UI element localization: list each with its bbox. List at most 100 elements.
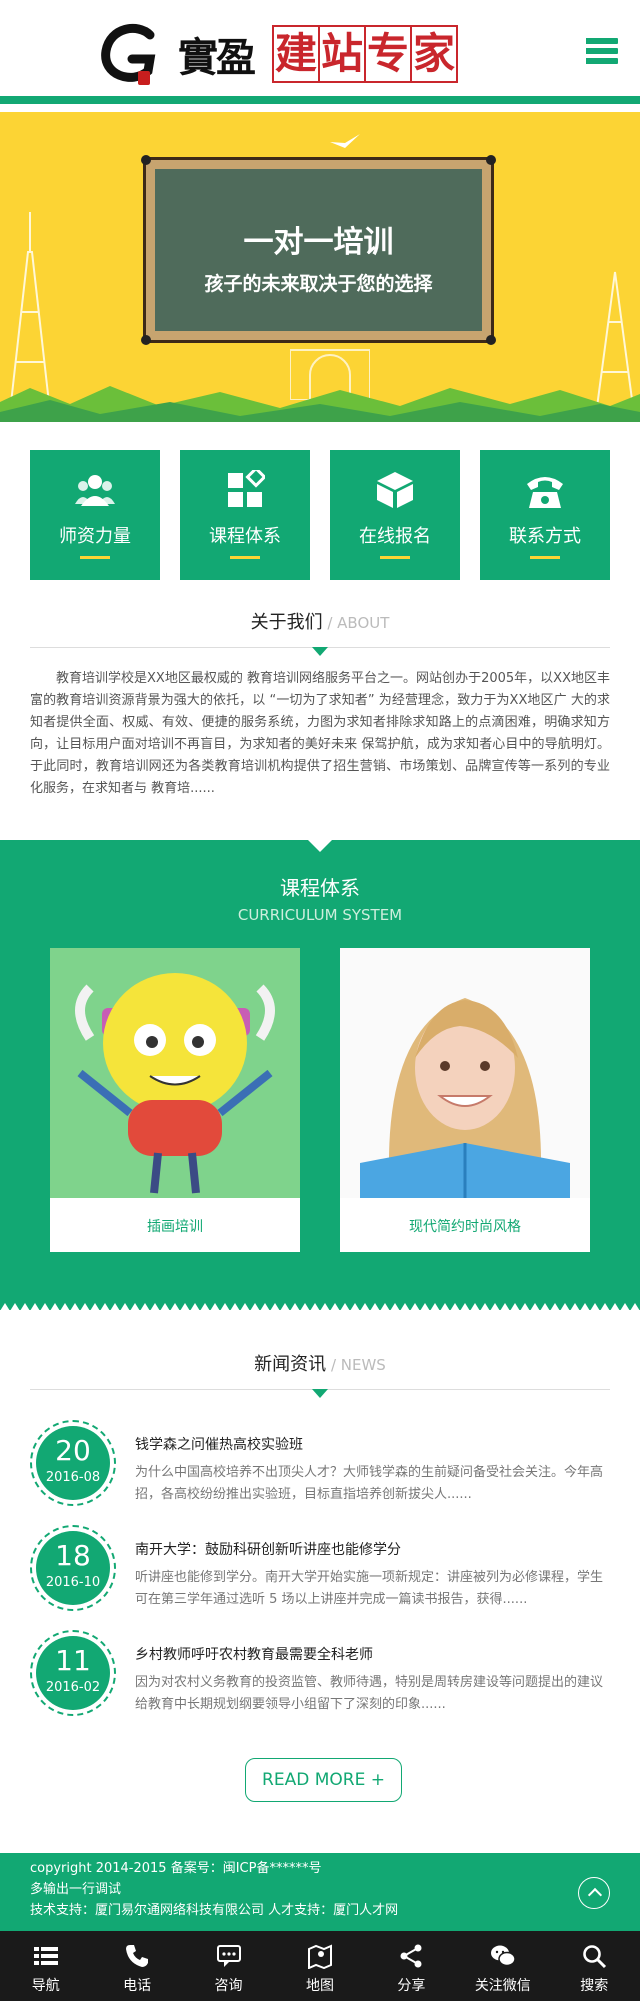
tab-label: 分享 xyxy=(397,1978,426,1994)
cube-icon xyxy=(377,472,413,508)
tab-map[interactable]: 地图 xyxy=(274,1931,365,2001)
curriculum-title-cn: 课程体系 xyxy=(280,876,360,900)
quick-nav: 师资力量 课程体系 在线报名 联系方式 xyxy=(30,450,610,580)
back-to-top-icon[interactable] xyxy=(578,1877,610,1909)
quick-nav-label: 课程体系 xyxy=(209,526,281,547)
title-pointer xyxy=(312,1389,328,1398)
share-icon xyxy=(400,1944,422,1968)
phone-icon xyxy=(126,1945,149,1967)
news-day: 20 xyxy=(55,1434,91,1467)
news-section-title: 新闻资讯 / NEWS xyxy=(30,1350,610,1398)
site-logo[interactable]: 實盈 建 站 专 家 xyxy=(98,18,458,90)
wechat-icon xyxy=(490,1945,516,1967)
read-more-button[interactable]: READ MORE + xyxy=(245,1758,402,1802)
footer-support: 技术支持：厦门易尔通网络科技有限公司 人才支持：厦门人才网 xyxy=(30,1903,399,1918)
news-month: 2016-10 xyxy=(45,1575,101,1590)
news-month: 2016-02 xyxy=(45,1680,101,1695)
curriculum-card[interactable]: 现代简约时尚风格 xyxy=(340,948,590,1252)
news-title[interactable]: 乡村教师呼吁农村教育最需要全科老师 xyxy=(135,1644,373,1664)
tab-label: 地图 xyxy=(305,1978,334,1994)
quick-nav-signup[interactable]: 在线报名 xyxy=(330,450,460,580)
tab-label: 咨询 xyxy=(214,1978,243,1994)
tab-search[interactable]: 搜索 xyxy=(549,1931,640,2001)
about-title-sep: / xyxy=(322,614,338,632)
board-peg xyxy=(141,155,151,165)
footer-copyright: copyright 2014-2015 备案号：闽ICP备******号 xyxy=(30,1861,322,1876)
blocks-icon xyxy=(228,470,265,507)
quick-nav-label: 师资力量 xyxy=(59,526,131,547)
plus-icon: + xyxy=(370,1770,385,1790)
news-title[interactable]: 钱学森之问催热高校实验班 xyxy=(135,1434,303,1454)
tab-wechat[interactable]: 关注微信 xyxy=(457,1931,548,2001)
tab-share[interactable]: 分享 xyxy=(366,1931,457,2001)
site-header: 實盈 建 站 专 家 xyxy=(0,0,640,104)
news-title-en: NEWS xyxy=(340,1356,386,1374)
news-summary: 为什么中国高校培养不出顶尖人才？大师钱学森的生前疑问备受社会关注。今年高招，各高… xyxy=(135,1465,604,1502)
title-pointer xyxy=(312,647,328,656)
tab-consult[interactable]: 咨询 xyxy=(183,1931,274,2001)
slogan-char: 家 xyxy=(410,25,458,83)
tab-label: 导航 xyxy=(31,1978,60,1994)
tile-underline xyxy=(230,556,260,559)
news-item[interactable]: 11 2016-02 乡村教师呼吁农村教育最需要全科老师 因为对农村义务教育的投… xyxy=(30,1630,610,1720)
footer-debug-line: 多输出一行调试 xyxy=(30,1882,122,1897)
monster-illustration xyxy=(50,948,300,1198)
news-date-badge: 11 2016-02 xyxy=(30,1630,116,1716)
teachers-icon xyxy=(75,475,115,506)
tile-underline xyxy=(380,556,410,559)
news-item[interactable]: 18 2016-10 南开大学：鼓励科研创新听讲座也能修学分 听讲座也能修到学分… xyxy=(30,1525,610,1615)
logo-g-icon xyxy=(101,23,156,85)
curriculum-title-en: CURRICULUM SYSTEM xyxy=(237,906,403,924)
quick-nav-contact[interactable]: 联系方式 xyxy=(480,450,610,580)
slogan-char: 专 xyxy=(364,25,412,83)
board-peg xyxy=(486,155,496,165)
curriculum-section: 课程体系 CURRICULUM SYSTEM 插画培训 现代简约时尚风格 xyxy=(0,840,640,1311)
slogan-char: 建 xyxy=(272,25,320,83)
news-summary: 听讲座也能修到学分。南开大学开始实施一项新规定：讲座被列为必修课程，学生可在第三… xyxy=(135,1570,604,1607)
hero-banner[interactable]: 一对一培训 孩子的未来取决于您的选择 xyxy=(0,112,640,422)
chat-icon xyxy=(216,1945,241,1967)
news-day: 11 xyxy=(55,1644,91,1677)
news-item[interactable]: 20 2016-08 钱学森之问催热高校实验班 为什么中国高校培养不出顶尖人才？… xyxy=(30,1420,610,1510)
news-title-sep: / xyxy=(326,1356,341,1374)
bottom-tabbar: 导航 电话 咨询 地图 分享 关注微信 搜索 xyxy=(0,1931,640,2001)
map-icon xyxy=(307,1944,332,1969)
quick-nav-teachers[interactable]: 师资力量 xyxy=(30,450,160,580)
banner-subtitle: 孩子的未来取决于您的选择 xyxy=(204,273,433,295)
curriculum-card[interactable]: 插画培训 xyxy=(50,948,300,1252)
tile-underline xyxy=(80,556,110,559)
list-menu-icon[interactable] xyxy=(586,38,618,64)
news-date-badge: 18 2016-10 xyxy=(30,1525,116,1611)
section-notch xyxy=(308,840,332,852)
board-peg xyxy=(486,335,496,345)
tab-label: 关注微信 xyxy=(474,1978,531,1994)
logo-slogan: 建 站 专 家 xyxy=(272,25,458,83)
news-month: 2016-08 xyxy=(45,1470,101,1485)
quick-nav-label: 联系方式 xyxy=(509,526,581,547)
banner-title: 一对一培训 xyxy=(243,225,394,260)
curriculum-card-caption: 现代简约时尚风格 xyxy=(409,1219,521,1235)
search-icon xyxy=(583,1945,607,1969)
news-title-cn: 新闻资讯 xyxy=(254,1354,327,1375)
about-title-cn: 关于我们 xyxy=(250,612,323,633)
list-icon xyxy=(33,1947,58,1965)
zigzag-edge xyxy=(0,1303,640,1311)
slogan-char: 站 xyxy=(318,25,366,83)
about-title-en: ABOUT xyxy=(337,614,390,632)
news-title[interactable]: 南开大学：鼓励科研创新听讲座也能修学分 xyxy=(135,1539,401,1559)
quick-nav-curriculum[interactable]: 课程体系 xyxy=(180,450,310,580)
site-footer: copyright 2014-2015 备案号：闽ICP备******号 多输出… xyxy=(0,1853,640,1931)
quick-nav-label: 在线报名 xyxy=(359,526,431,547)
bird-icon xyxy=(330,134,360,148)
girl-reading-photo xyxy=(340,948,590,1198)
about-text: 教育培训学校是XX地区最权威的 教育培训网络服务平台之一。网站创办于2005年，… xyxy=(30,671,610,796)
tab-navigation[interactable]: 导航 xyxy=(0,1931,91,2001)
news-date-badge: 20 2016-08 xyxy=(30,1420,116,1506)
tab-label: 电话 xyxy=(123,1978,152,1994)
phone-icon xyxy=(527,477,563,508)
board-peg xyxy=(141,335,151,345)
news-day: 18 xyxy=(55,1539,91,1572)
read-more-label: READ MORE xyxy=(262,1770,366,1790)
tab-phone[interactable]: 电话 xyxy=(91,1931,182,2001)
page: 實盈 建 站 专 家 一对一培训 孩子的未来取决于您的选择 师资力量 课程体系 … xyxy=(0,0,640,2001)
